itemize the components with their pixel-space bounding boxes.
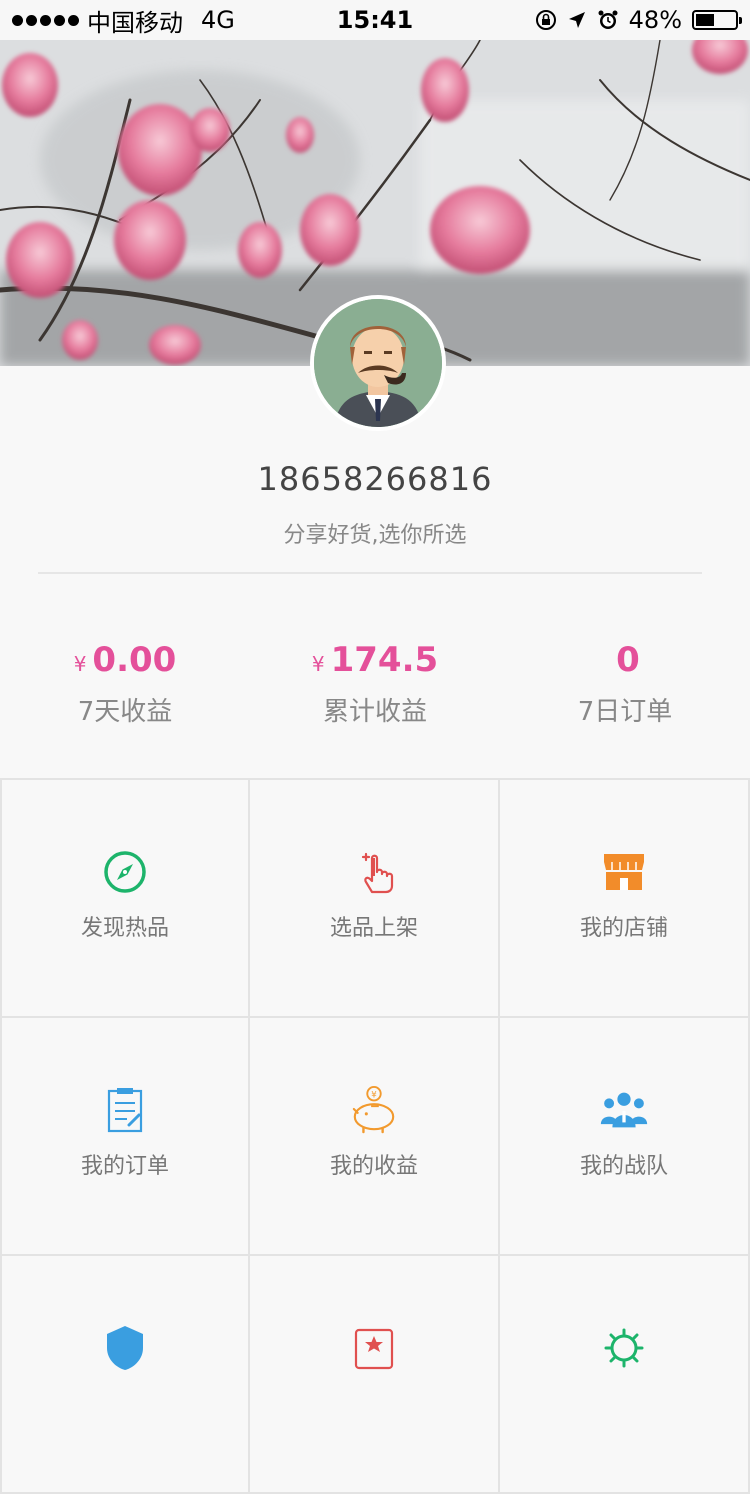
svg-text:¥: ¥: [371, 1091, 377, 1101]
rotation-lock-icon: [535, 10, 556, 30]
grid-item-my-store[interactable]: 我的店铺: [500, 780, 750, 1018]
stat-value: ¥0.00: [0, 637, 250, 683]
grid-item-settings[interactable]: [500, 1256, 750, 1494]
grid-item-shield[interactable]: [0, 1256, 250, 1494]
location-arrow-icon: [568, 12, 585, 28]
grid-item-my-earnings[interactable]: ¥ 我的收益: [250, 1018, 500, 1256]
stat-value: ¥174.5: [250, 637, 500, 683]
user-avatar[interactable]: [310, 295, 446, 431]
badge-icon: [350, 1324, 398, 1372]
stat-amount: 174.5: [330, 640, 439, 680]
grid-item-discover-hot[interactable]: 发现热品: [0, 780, 250, 1018]
stat-total-earnings[interactable]: ¥174.5 累计收益: [250, 637, 500, 728]
team-icon: [600, 1086, 648, 1134]
stat-amount: 0.00: [92, 640, 177, 680]
stat-label: 7日订单: [577, 697, 673, 727]
grid-item-select-products[interactable]: 选品上架: [250, 780, 500, 1018]
currency-symbol: ¥: [311, 652, 325, 676]
grid-item-my-orders[interactable]: 我的订单: [0, 1018, 250, 1256]
clipboard-icon: [101, 1086, 149, 1134]
divider: [38, 572, 702, 574]
battery-fill: [696, 14, 714, 26]
piggy-bank-icon: ¥: [350, 1086, 398, 1134]
user-phone-number: 18658266816: [257, 460, 493, 498]
stat-7day-orders[interactable]: 0 7日订单: [500, 637, 750, 728]
status-bar: 中国移动 4G 15:41 48%: [0, 0, 750, 40]
shield-icon: [101, 1324, 149, 1372]
grid-item-my-team[interactable]: 我的战队: [500, 1018, 750, 1256]
currency-symbol: ¥: [73, 652, 87, 676]
alarm-icon: [598, 10, 618, 29]
grid-item-label: 我的收益: [329, 1154, 418, 1179]
grid-item-label: 发现热品: [80, 916, 169, 941]
stat-label: 累计收益: [322, 697, 427, 727]
compass-icon: [101, 848, 149, 896]
avatar-illustration: [314, 299, 442, 427]
grid-item-label: 我的订单: [80, 1154, 169, 1179]
stat-value: 0: [500, 637, 750, 683]
grid-item-label: 我的店铺: [579, 916, 668, 941]
grid-item-label: 选品上架: [329, 916, 418, 941]
battery-percent: 48%: [628, 6, 682, 34]
stat-label: 7天收益: [77, 697, 173, 727]
stat-7day-earnings[interactable]: ¥0.00 7天收益: [0, 637, 250, 728]
stat-amount: 0: [616, 640, 640, 680]
status-right: 48%: [535, 0, 742, 40]
feature-grid: 发现热品 选品上架 我的店铺 我的订单 ¥ 我的收益 我的战队: [0, 778, 750, 1494]
store-icon: [600, 848, 648, 896]
battery-icon: [692, 10, 742, 30]
tap-hand-icon: [350, 848, 398, 896]
grid-item-label: 我的战队: [579, 1154, 668, 1179]
earnings-stats: ¥0.00 7天收益 ¥174.5 累计收益 0 7日订单: [0, 637, 750, 728]
grid-item-badge[interactable]: [250, 1256, 500, 1494]
user-slogan: 分享好货,选你所选: [283, 523, 467, 548]
settings-icon: [600, 1324, 648, 1372]
